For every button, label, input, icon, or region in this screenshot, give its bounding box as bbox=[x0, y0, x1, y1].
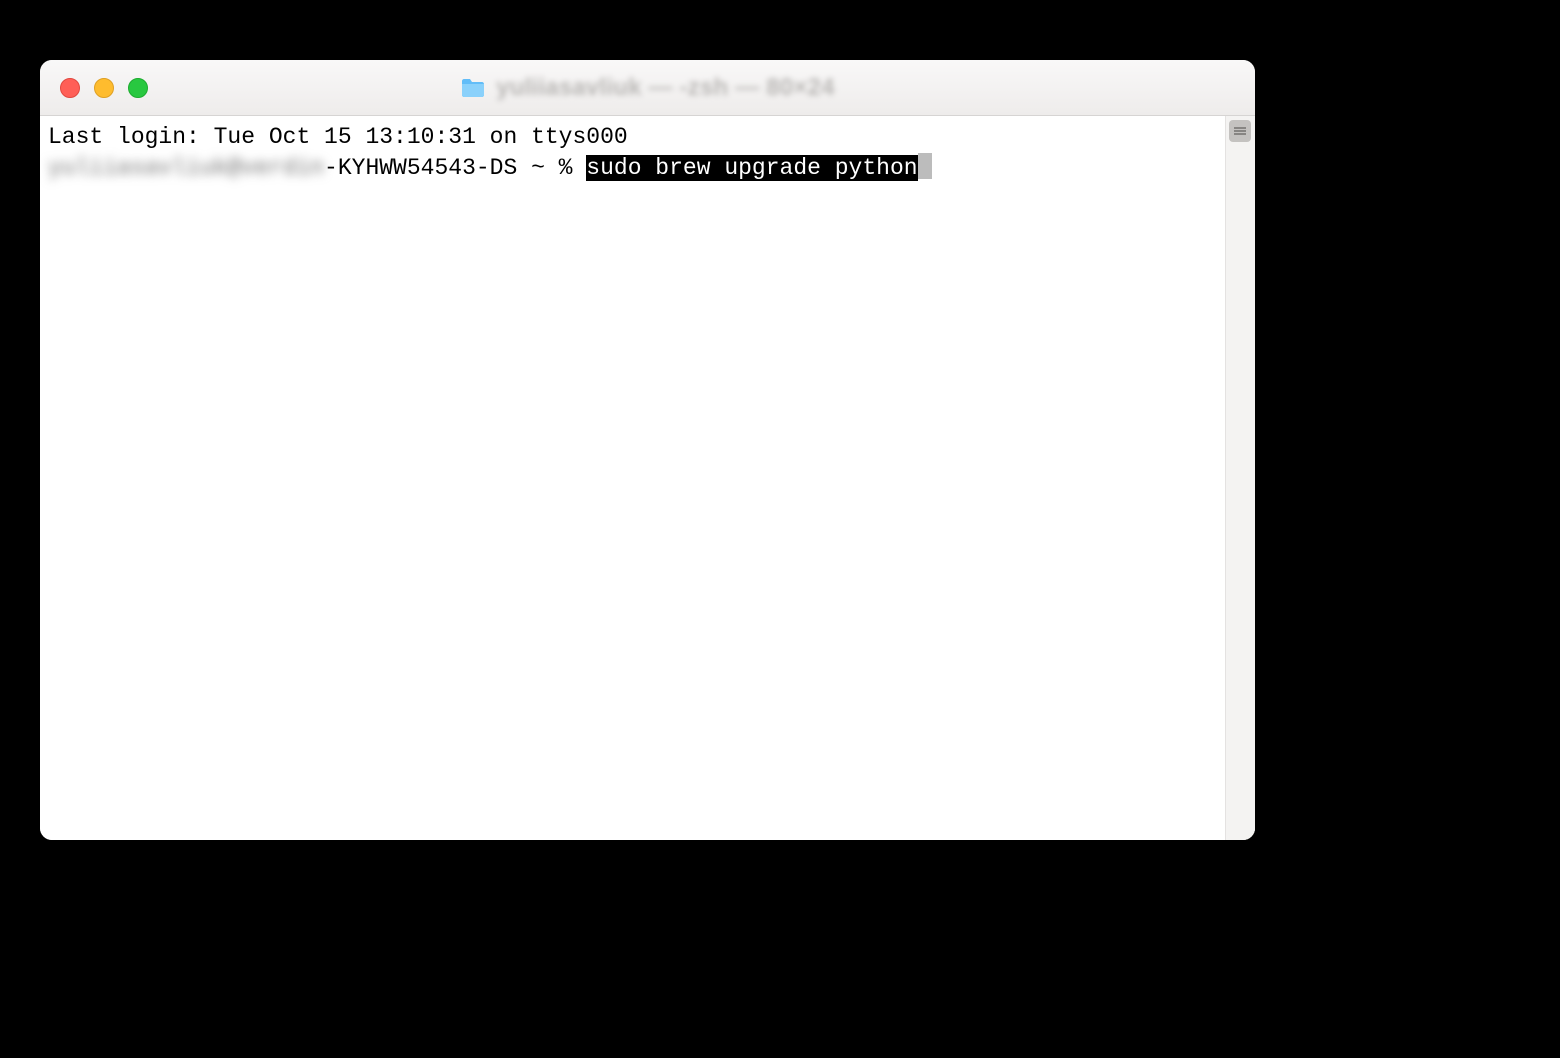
window-titlebar[interactable]: yuliiasavliuk — -zsh — 80×24 bbox=[40, 60, 1255, 116]
scrollbar-thumb[interactable] bbox=[1229, 120, 1251, 142]
prompt-line: yuliiasavliuk@verdin-KYHWW54543-DS ~ % s… bbox=[48, 153, 1247, 184]
window-title: yuliiasavliuk — -zsh — 80×24 bbox=[496, 74, 834, 102]
text-cursor bbox=[918, 153, 932, 179]
window-controls bbox=[60, 78, 148, 98]
prompt-host: -KYHWW54543-DS ~ % bbox=[324, 155, 586, 181]
terminal-window: yuliiasavliuk — -zsh — 80×24 Last login:… bbox=[40, 60, 1255, 840]
last-login-line: Last login: Tue Oct 15 13:10:31 on ttys0… bbox=[48, 122, 1247, 153]
prompt-user: yuliiasavliuk@verdin bbox=[48, 155, 324, 181]
minimize-button[interactable] bbox=[94, 78, 114, 98]
close-button[interactable] bbox=[60, 78, 80, 98]
scrollbar-track[interactable] bbox=[1225, 116, 1255, 840]
window-title-area: yuliiasavliuk — -zsh — 80×24 bbox=[40, 74, 1255, 102]
folder-icon bbox=[460, 77, 486, 99]
terminal-content[interactable]: Last login: Tue Oct 15 13:10:31 on ttys0… bbox=[40, 116, 1255, 190]
command-selected-text[interactable]: sudo brew upgrade python bbox=[586, 155, 917, 181]
grip-icon bbox=[1234, 127, 1246, 135]
maximize-button[interactable] bbox=[128, 78, 148, 98]
terminal-body[interactable]: Last login: Tue Oct 15 13:10:31 on ttys0… bbox=[40, 116, 1255, 840]
